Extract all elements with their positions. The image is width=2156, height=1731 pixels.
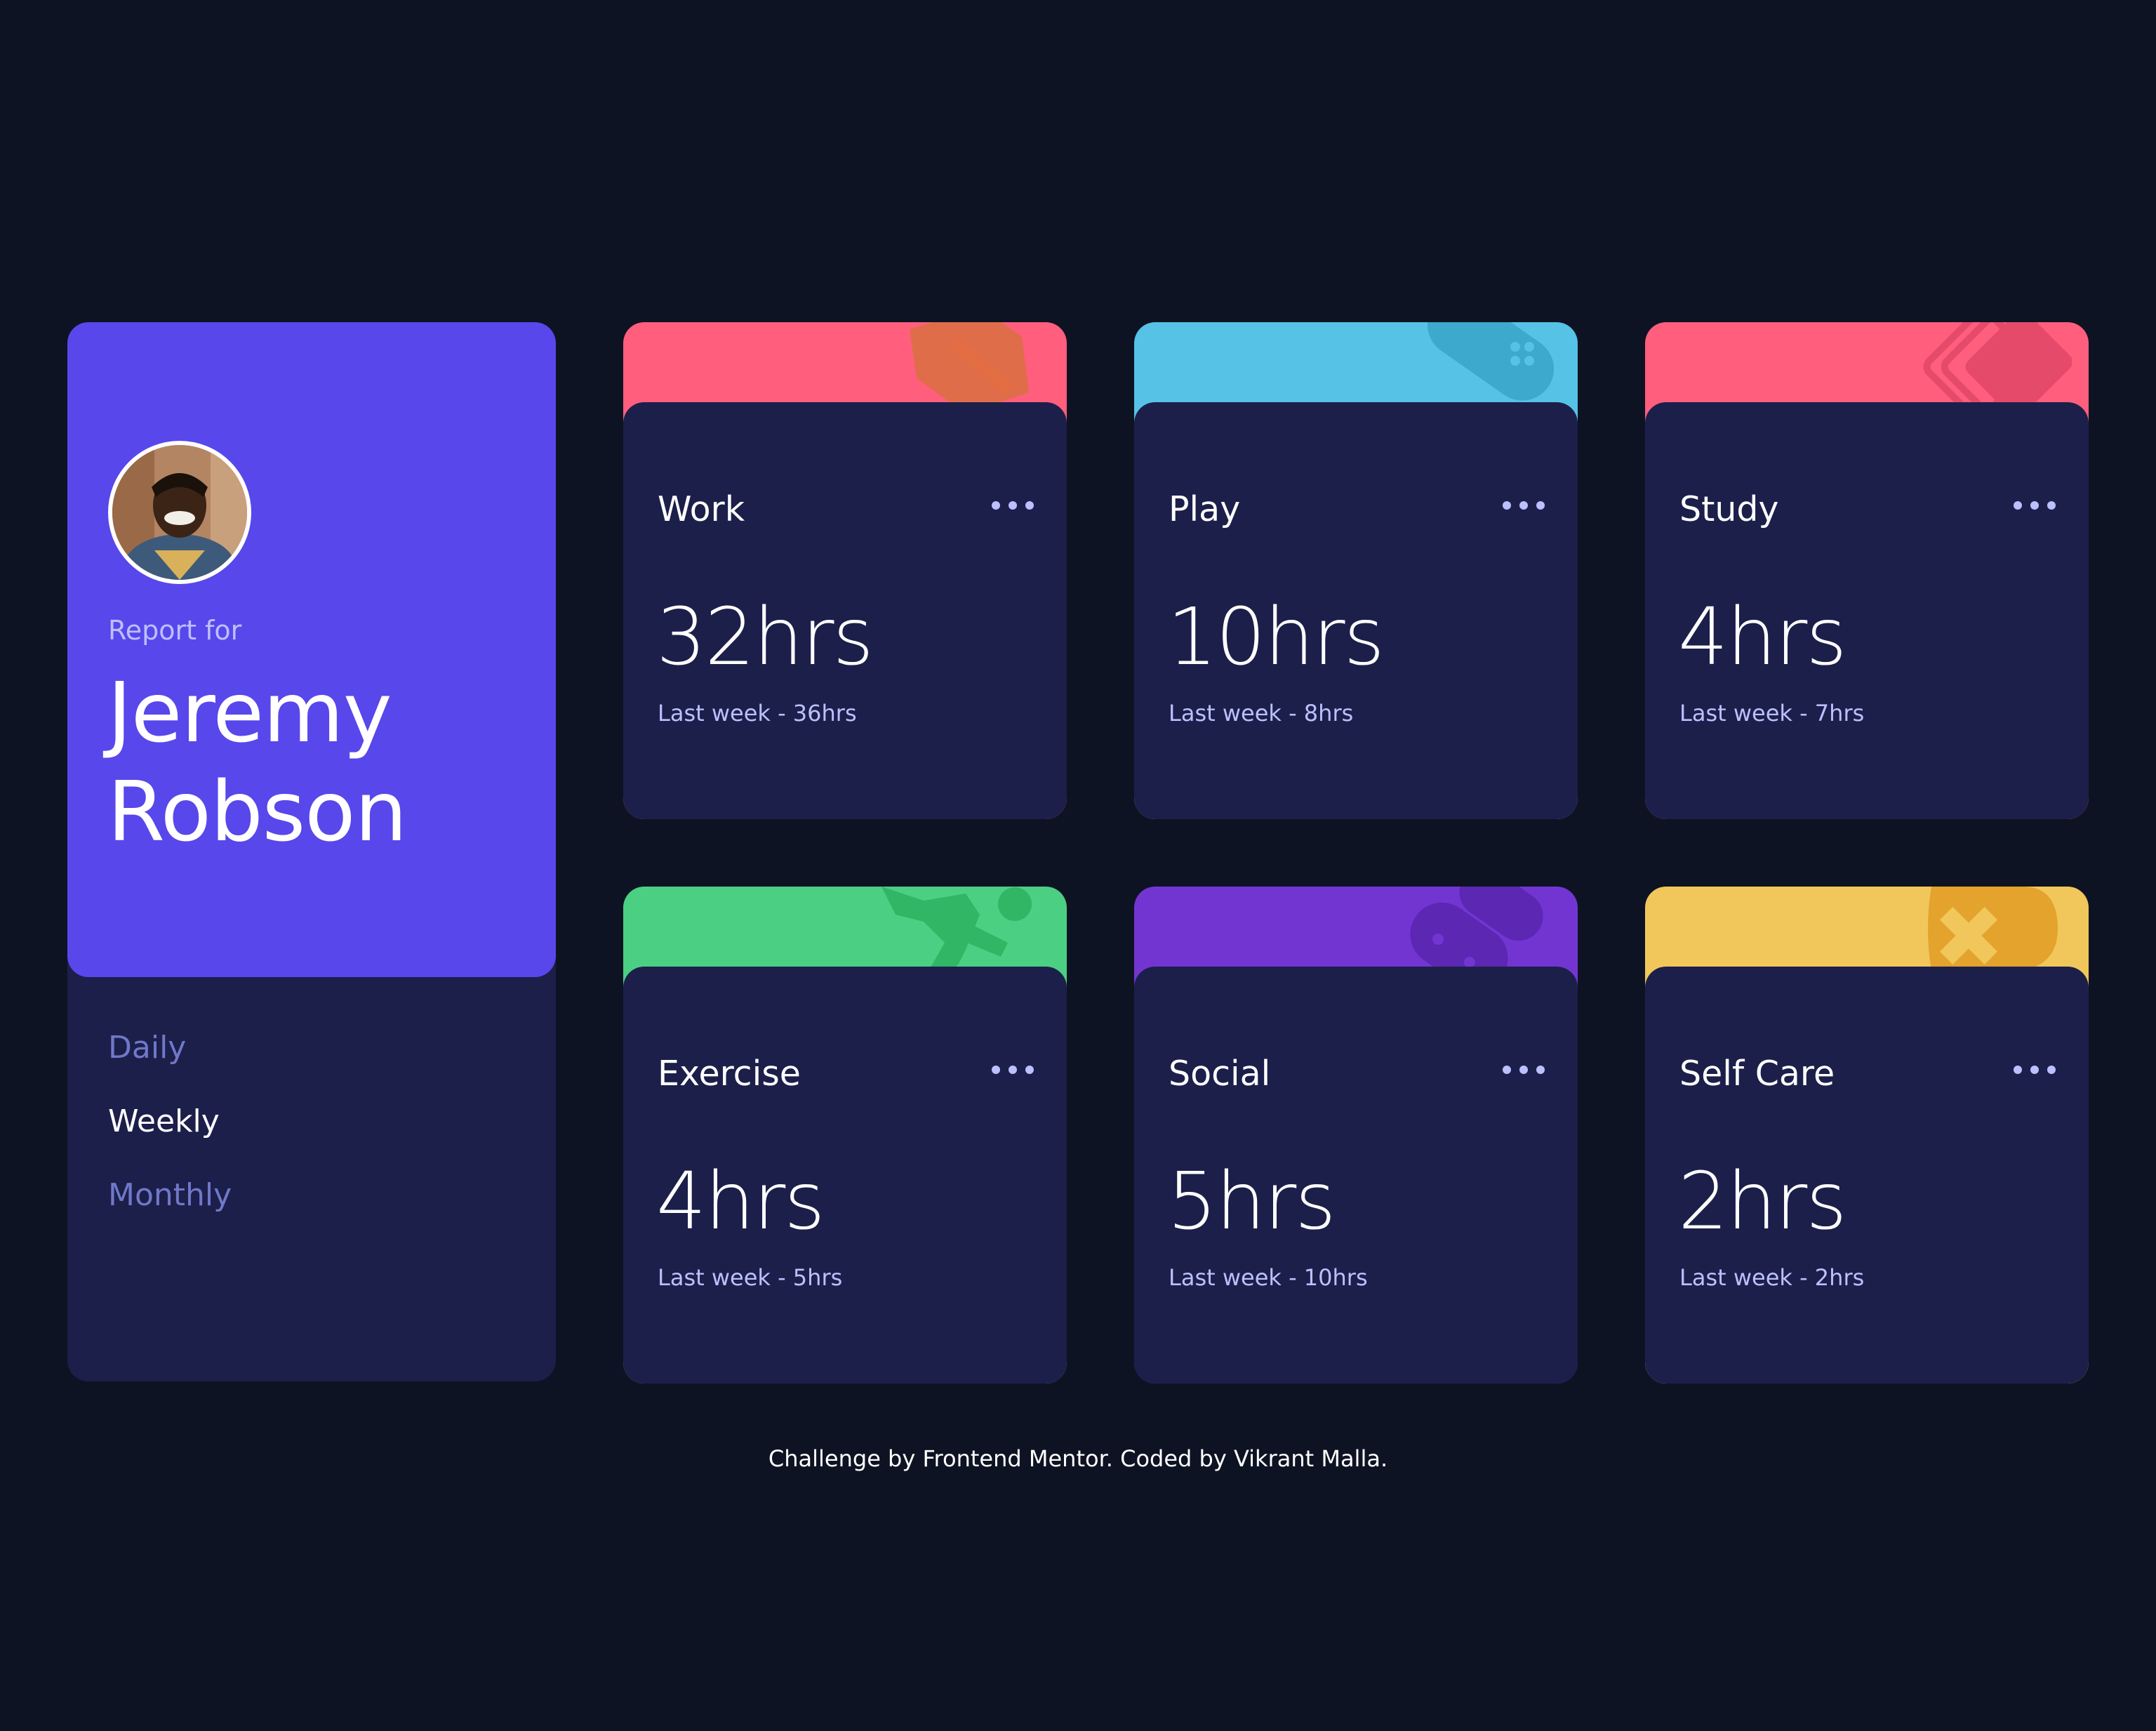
previous-label: Last week: [658, 1264, 771, 1291]
previous-value: 8hrs: [1303, 700, 1354, 727]
card-title: Exercise: [658, 1054, 801, 1094]
current-hours: 10hrs: [1167, 592, 1385, 683]
card-body: Self Care 2hrs Last week - 2hrs: [1645, 967, 2089, 1384]
card-body: Play 10hrs Last week - 8hrs: [1134, 402, 1578, 819]
user-last-name: Robson: [107, 763, 407, 860]
previous-hours: Last week - 2hrs: [1679, 1264, 1865, 1291]
current-hours: 2hrs: [1678, 1156, 1847, 1247]
user-portrait-icon: [112, 445, 247, 580]
previous-label: Last week: [1169, 700, 1282, 727]
period-weekly[interactable]: Weekly: [108, 1103, 232, 1140]
card-title: Study: [1679, 489, 1779, 529]
ellipsis-icon[interactable]: [2012, 1061, 2057, 1078]
previous-value: 7hrs: [1814, 700, 1865, 727]
previous-value: 5hrs: [792, 1264, 843, 1291]
period-daily[interactable]: Daily: [108, 1030, 232, 1066]
card-work: Work 32hrs Last week - 36hrs: [623, 322, 1067, 819]
current-hours: 4hrs: [1678, 592, 1847, 683]
previous-hours: Last week - 36hrs: [658, 700, 857, 727]
attribution-footer: Challenge by Frontend Mentor. Coded by V…: [768, 1445, 1388, 1472]
card-exercise: Exercise 4hrs Last week - 5hrs: [623, 887, 1067, 1384]
card-social: Social 5hrs Last week - 10hrs: [1134, 887, 1578, 1384]
user-first-name: Jeremy: [107, 664, 392, 761]
previous-value: 36hrs: [792, 700, 857, 727]
card-title: Work: [658, 489, 745, 529]
previous-hours: Last week - 7hrs: [1679, 700, 1865, 727]
current-hours: 4hrs: [656, 1156, 825, 1247]
card-body: Study 4hrs Last week - 7hrs: [1645, 402, 2089, 819]
previous-label: Last week: [1679, 1264, 1792, 1291]
avatar: [108, 441, 251, 584]
previous-hours: Last week - 5hrs: [658, 1264, 843, 1291]
period-monthly[interactable]: Monthly: [108, 1177, 232, 1214]
card-title: Play: [1169, 489, 1241, 529]
ellipsis-icon[interactable]: [990, 1061, 1035, 1078]
card-play: Play 10hrs Last week - 8hrs: [1134, 322, 1578, 819]
current-hours: 32hrs: [656, 592, 874, 683]
card-study: Study 4hrs Last week - 7hrs: [1645, 322, 2089, 819]
card-self-care: Self Care 2hrs Last week - 2hrs: [1645, 887, 2089, 1384]
card-body: Work 32hrs Last week - 36hrs: [623, 402, 1067, 819]
current-hours: 5hrs: [1167, 1156, 1336, 1247]
ellipsis-icon[interactable]: [990, 497, 1035, 514]
card-title: Self Care: [1679, 1054, 1835, 1094]
card-title: Social: [1169, 1054, 1271, 1094]
ellipsis-icon[interactable]: [1501, 1061, 1546, 1078]
report-for-label: Report for: [108, 615, 242, 646]
previous-hours: Last week - 10hrs: [1169, 1264, 1368, 1291]
ellipsis-icon[interactable]: [1501, 497, 1546, 514]
previous-label: Last week: [658, 700, 771, 727]
profile-header: Report for Jeremy Robson: [67, 322, 556, 977]
previous-label: Last week: [1679, 700, 1792, 727]
previous-label: Last week: [1169, 1264, 1282, 1291]
profile-card: Report for Jeremy Robson Daily Weekly Mo…: [67, 322, 556, 1381]
user-name: Jeremy Robson: [107, 663, 543, 861]
previous-hours: Last week - 8hrs: [1169, 700, 1354, 727]
card-body: Social 5hrs Last week - 10hrs: [1134, 967, 1578, 1384]
card-body: Exercise 4hrs Last week - 5hrs: [623, 967, 1067, 1384]
ellipsis-icon[interactable]: [2012, 497, 2057, 514]
period-selector: Daily Weekly Monthly: [108, 1030, 232, 1251]
previous-value: 10hrs: [1303, 1264, 1368, 1291]
previous-value: 2hrs: [1814, 1264, 1865, 1291]
